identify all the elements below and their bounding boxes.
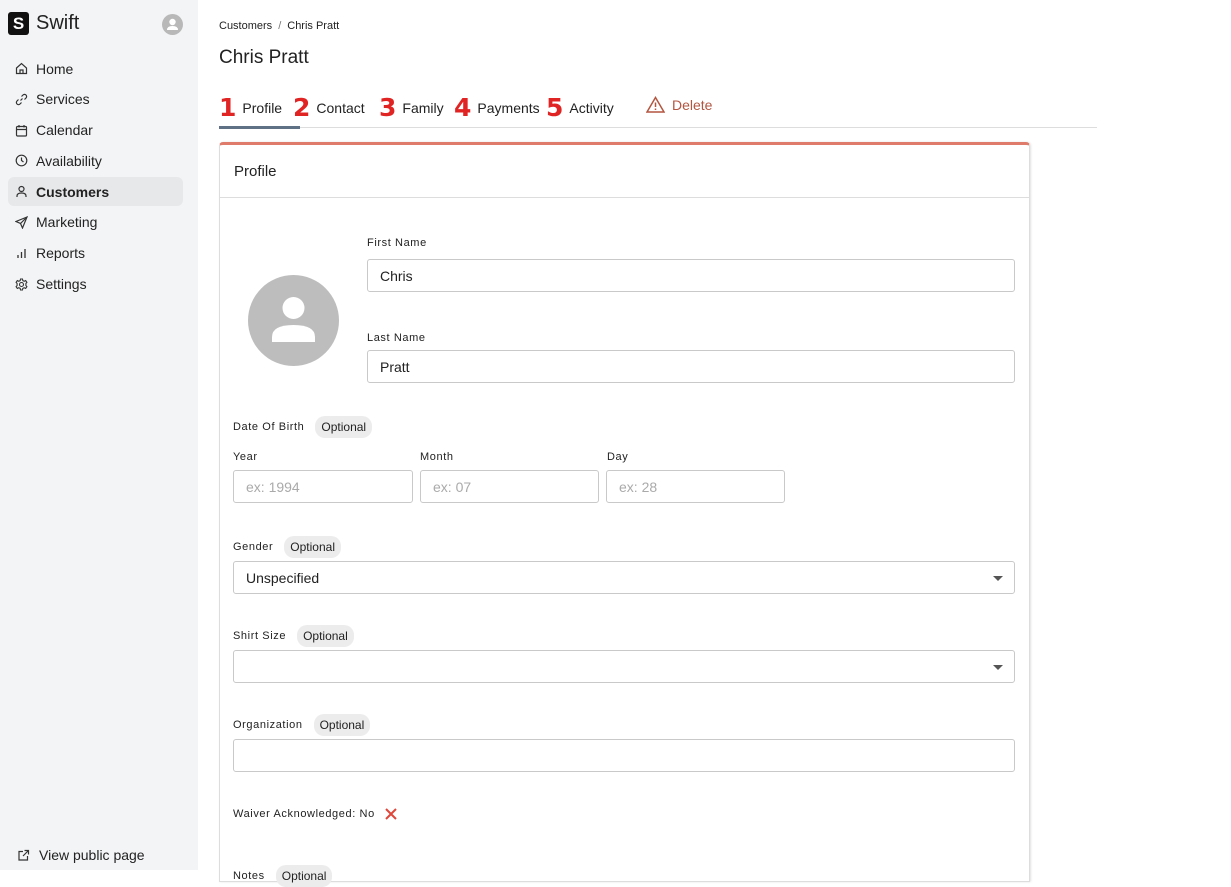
gender-label: Gender Optional <box>233 536 341 558</box>
tab-contact[interactable]: 2 Contact <box>293 88 365 127</box>
sidebar-item-customers[interactable]: Customers <box>8 177 183 207</box>
shirt-size-label: Shirt Size Optional <box>233 625 354 647</box>
breadcrumb-parent[interactable]: Customers <box>219 20 272 32</box>
link-icon <box>14 92 28 106</box>
sidebar-item-label: Home <box>36 60 74 77</box>
user-avatar-icon[interactable] <box>162 14 183 35</box>
tab-number-annotation: 2 <box>293 93 311 122</box>
brand-name: Swift <box>36 12 80 34</box>
optional-badge: Optional <box>315 416 373 438</box>
page-title: Chris Pratt <box>219 47 309 68</box>
sidebar-item-label: Reports <box>36 245 86 262</box>
sidebar-item-home[interactable]: Home <box>8 54 183 83</box>
sidebar-item-label: Marketing <box>36 214 98 231</box>
gear-icon <box>14 277 28 291</box>
gender-select-value: Unspecified <box>246 569 320 586</box>
breadcrumb-current: Chris Pratt <box>287 20 340 32</box>
home-icon <box>14 62 28 76</box>
organization-label-text: Organization <box>233 719 303 731</box>
gender-select[interactable]: Unspecified <box>233 561 1015 594</box>
tab-activity[interactable]: 5 Activity <box>546 88 614 127</box>
tab-number-annotation: 3 <box>379 93 397 122</box>
shirt-size-select[interactable] <box>233 650 1015 683</box>
sidebar-item-services[interactable]: Services <box>8 85 183 114</box>
send-icon <box>14 215 28 229</box>
tab-family[interactable]: 3 Family <box>379 88 444 127</box>
dob-label-text: Date Of Birth <box>233 421 305 433</box>
month-input[interactable]: ex: 07 <box>420 470 599 503</box>
profile-card-header: Profile <box>220 145 1029 198</box>
tab-label: Contact <box>316 99 365 116</box>
view-public-page-link[interactable]: View public page <box>16 847 145 863</box>
bar-chart-icon <box>14 246 28 260</box>
tab-number-annotation: 4 <box>454 93 472 122</box>
sidebar-item-label: Availability <box>36 152 102 169</box>
delete-button[interactable]: Delete <box>646 96 712 113</box>
gender-label-text: Gender <box>233 541 274 553</box>
sidebar-item-label: Services <box>36 91 90 108</box>
sidebar-item-label: Calendar <box>36 122 93 139</box>
tab-payments[interactable]: 4 Payments <box>454 88 540 127</box>
optional-badge: Optional <box>313 714 371 736</box>
tab-label: Activity <box>569 99 614 116</box>
notes-label: Notes Optional <box>233 865 333 887</box>
chevron-down-icon <box>993 576 1003 581</box>
month-label: Month <box>420 451 454 463</box>
day-label: Day <box>607 451 629 463</box>
chevron-down-icon <box>993 665 1003 670</box>
brand[interactable]: S Swift <box>8 12 79 35</box>
notes-label-text: Notes <box>233 870 265 882</box>
day-input[interactable]: ex: 28 <box>606 470 785 503</box>
breadcrumb: Customers / Chris Pratt <box>219 20 339 32</box>
optional-badge: Optional <box>297 625 354 647</box>
tab-bar: 1 Profile 2 Contact 3 Family 4 Payments 5 Act… <box>219 88 1097 129</box>
waiver-label: Waiver Acknowledged: No <box>233 808 375 820</box>
clock-icon <box>14 154 28 168</box>
tab-number-annotation: 1 <box>219 93 237 122</box>
year-label: Year <box>233 451 258 463</box>
sidebar-item-availability[interactable]: Availability <box>8 146 183 175</box>
year-input[interactable]: ex: 1994 <box>233 470 413 503</box>
sidebar-nav: Home Services Calendar Availability Cust… <box>8 54 183 300</box>
first-name-input[interactable]: Chris <box>367 259 1015 292</box>
sidebar-item-marketing[interactable]: Marketing <box>8 208 183 237</box>
organization-input[interactable] <box>233 739 1015 772</box>
tab-number-annotation: 5 <box>546 93 564 122</box>
shirt-size-label-text: Shirt Size <box>233 630 287 642</box>
brand-logo-icon: S <box>8 12 29 35</box>
tab-label: Payments <box>477 99 540 116</box>
sidebar: S Swift Home Services Calendar Availabil… <box>0 0 198 870</box>
last-name-input[interactable]: Pratt <box>367 350 1015 383</box>
breadcrumb-separator: / <box>278 20 282 32</box>
sidebar-item-calendar[interactable]: Calendar <box>8 116 183 145</box>
sidebar-item-reports[interactable]: Reports <box>8 239 183 268</box>
waiver-status: Waiver Acknowledged: No <box>233 807 398 821</box>
tab-label: Profile <box>242 99 283 116</box>
last-name-label: Last Name <box>367 332 426 344</box>
sidebar-item-settings[interactable]: Settings <box>8 270 183 299</box>
close-x-icon <box>385 808 397 820</box>
dob-label: Date Of Birth Optional <box>233 416 373 438</box>
optional-badge: Optional <box>284 536 341 558</box>
first-name-label: First Name <box>367 237 427 249</box>
optional-badge: Optional <box>275 865 333 887</box>
profile-card: Profile First Name Chris Last Name Pratt… <box>219 142 1030 887</box>
delete-label: Delete <box>672 96 713 113</box>
warning-icon <box>646 96 665 113</box>
profile-avatar-icon[interactable] <box>248 275 339 366</box>
user-icon <box>14 185 28 199</box>
sidebar-item-label: Settings <box>36 276 87 293</box>
external-link-icon <box>16 848 30 862</box>
tab-profile[interactable]: 1 Profile <box>219 88 301 129</box>
sidebar-item-label: Customers <box>36 183 110 200</box>
view-public-page-label: View public page <box>39 847 145 863</box>
tab-label: Family <box>402 99 444 116</box>
calendar-icon <box>14 123 28 137</box>
organization-label: Organization Optional <box>233 714 371 736</box>
